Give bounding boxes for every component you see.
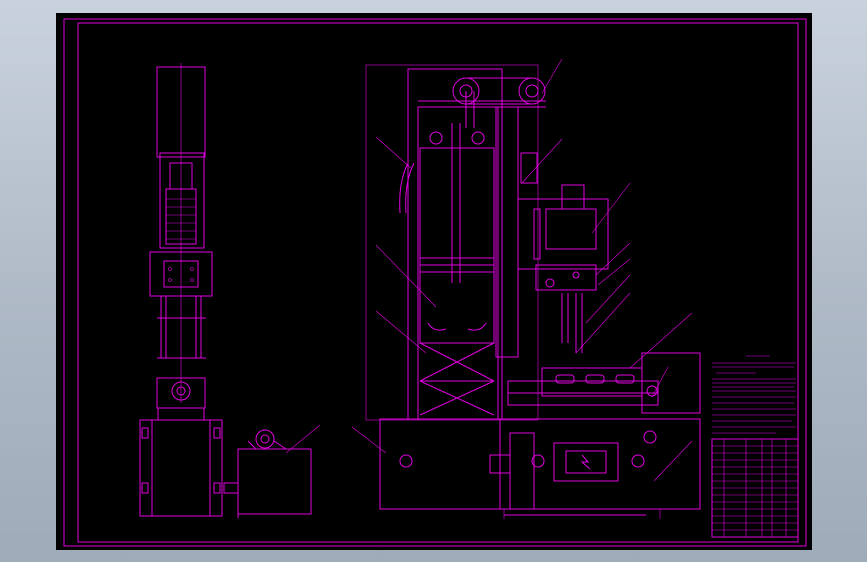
cad-viewport[interactable] bbox=[56, 13, 812, 550]
title-block bbox=[711, 438, 799, 538]
leader-lines bbox=[351, 58, 693, 482]
upper-pulley-right bbox=[518, 77, 546, 105]
assembly-drawing bbox=[63, 18, 807, 547]
technical-notes bbox=[712, 355, 796, 434]
side-view bbox=[139, 63, 321, 518]
front-view bbox=[365, 64, 701, 519]
outer-border bbox=[63, 18, 807, 547]
hydraulic-cylinder bbox=[419, 147, 495, 344]
machine-base bbox=[379, 418, 501, 510]
